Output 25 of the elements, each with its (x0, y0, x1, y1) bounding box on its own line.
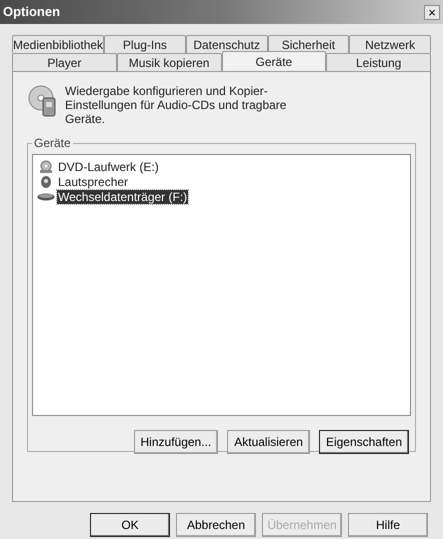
close-button[interactable]: × (424, 4, 440, 20)
window-title: Optionen (3, 3, 60, 22)
tab[interactable]: Plug-Ins (104, 35, 186, 53)
device-item[interactable]: Wechseldatenträger (F:) (37, 189, 406, 204)
dialog-button[interactable]: Eigenschaften (318, 430, 409, 454)
description-text: Wiedergabe konfigurieren und Kopier-Einstellungen für Audio-CDs und tragbare Geräte. (65, 84, 288, 126)
speaker-icon (39, 174, 53, 188)
drive-icon (37, 192, 55, 200)
tab[interactable]: Netzwerk (349, 35, 431, 53)
tab[interactable]: Musik kopieren (116, 53, 222, 71)
tab[interactable]: Leistung (326, 53, 431, 71)
dialog-button[interactable]: Abbrechen (176, 513, 256, 537)
dialog-button[interactable]: Hinzufügen... (134, 430, 218, 454)
tab[interactable]: Medienbibliothek (12, 35, 104, 53)
dialog-button[interactable]: Hilfe (348, 513, 428, 537)
tab[interactable]: Player (12, 53, 117, 71)
group-title: Geräte (33, 135, 72, 152)
tab[interactable]: Geräte (222, 51, 326, 71)
device-item[interactable]: DVD-Laufwerk (E:) (37, 159, 406, 174)
tab[interactable]: Datenschutz (186, 35, 268, 53)
tab[interactable]: Sicherheit (268, 35, 350, 53)
dialog-button[interactable]: OK (90, 513, 170, 537)
device-item[interactable]: Lautsprecher (37, 174, 406, 189)
disc-drive-icon (38, 160, 54, 174)
dialog-button[interactable]: Aktualisieren (227, 430, 310, 454)
